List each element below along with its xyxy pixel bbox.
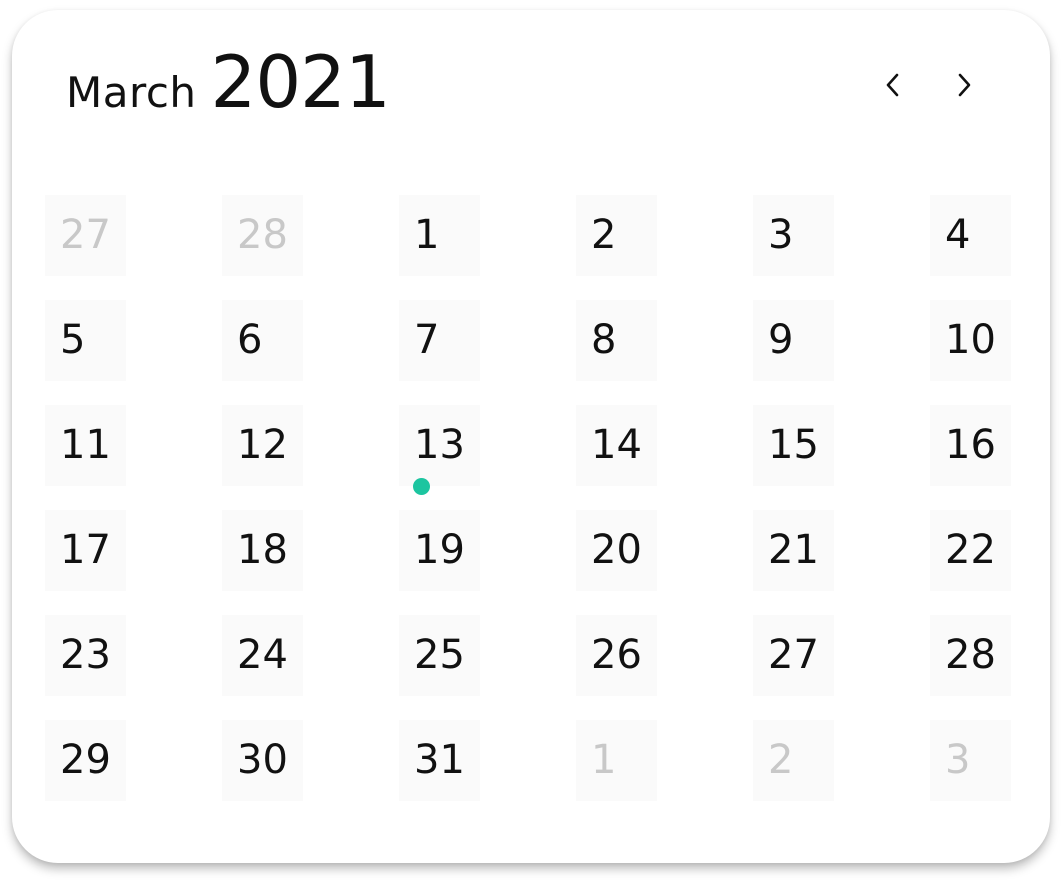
calendar-day[interactable]: 30 [222,720,303,801]
calendar-day[interactable]: 13 [399,405,480,486]
calendar-day[interactable]: 15 [753,405,834,486]
calendar-day-label: 2 [591,212,617,258]
previous-month-button[interactable] [876,68,910,102]
calendar-day-label: 29 [60,737,111,783]
calendar-day[interactable]: 9 [753,300,834,381]
calendar-day-outside-month[interactable]: 3 [930,720,1011,801]
calendar-day[interactable]: 7 [399,300,480,381]
calendar-day-label: 24 [237,632,288,678]
calendar-day-label: 6 [237,317,263,363]
calendar-day[interactable]: 27 [753,615,834,696]
chevron-left-icon [886,73,899,97]
calendar-day[interactable]: 22 [930,510,1011,591]
calendar-day[interactable]: 18 [222,510,303,591]
calendar-day-label: 23 [60,632,111,678]
calendar-day-label: 18 [237,527,288,573]
calendar-day-label: 7 [414,317,440,363]
next-month-button[interactable] [947,68,981,102]
calendar-day[interactable]: 16 [930,405,1011,486]
calendar-day[interactable]: 1 [399,195,480,276]
calendar-day-label: 19 [414,527,465,573]
calendar-day-label: 26 [591,632,642,678]
calendar-day-label: 1 [591,737,617,783]
calendar-day-label: 22 [945,527,996,573]
chevron-right-icon [958,73,971,97]
calendar-day-label: 20 [591,527,642,573]
calendar-day[interactable]: 3 [753,195,834,276]
calendar-day[interactable]: 28 [930,615,1011,696]
year-label: 2021 [210,40,391,124]
calendar-day[interactable]: 31 [399,720,480,801]
calendar-day[interactable]: 11 [45,405,126,486]
calendar-day-label: 10 [945,317,996,363]
calendar-day-label: 30 [237,737,288,783]
calendar-day-label: 15 [768,422,819,468]
calendar-day-label: 25 [414,632,465,678]
calendar-day-label: 27 [60,212,111,258]
calendar-day[interactable]: 29 [45,720,126,801]
calendar-day[interactable]: 2 [576,195,657,276]
calendar-day[interactable]: 8 [576,300,657,381]
calendar-day-label: 3 [768,212,794,258]
calendar-day-outside-month[interactable]: 1 [576,720,657,801]
calendar-day[interactable]: 26 [576,615,657,696]
calendar-day-label: 12 [237,422,288,468]
calendar-day-label: 28 [237,212,288,258]
calendar-day-label: 13 [414,422,465,468]
calendar-day[interactable]: 10 [930,300,1011,381]
calendar-day-label: 31 [414,737,465,783]
calendar-day-label: 14 [591,422,642,468]
calendar-day-label: 21 [768,527,819,573]
calendar-day-label: 27 [768,632,819,678]
calendar-day-outside-month[interactable]: 27 [45,195,126,276]
calendar-day-label: 28 [945,632,996,678]
calendar-day[interactable]: 25 [399,615,480,696]
calendar-day[interactable]: 5 [45,300,126,381]
calendar-day[interactable]: 20 [576,510,657,591]
calendar-day-label: 9 [768,317,794,363]
calendar-day-label: 8 [591,317,617,363]
calendar-day-label: 17 [60,527,111,573]
calendar-day[interactable]: 21 [753,510,834,591]
calendar-day[interactable]: 12 [222,405,303,486]
month-label: March [66,68,197,117]
calendar-day[interactable]: 17 [45,510,126,591]
calendar-day-label: 2 [768,737,794,783]
calendar-day-label: 16 [945,422,996,468]
calendar-day[interactable]: 23 [45,615,126,696]
calendar-day[interactable]: 4 [930,195,1011,276]
calendar-card: March 2021 27 28 1 2 3 4 5 6 7 8 9 10 11 12 13 14 15 16 17… [12,10,1050,863]
calendar-day[interactable]: 24 [222,615,303,696]
calendar-day[interactable]: 19 [399,510,480,591]
calendar-day-label: 1 [414,212,440,258]
calendar-day[interactable]: 14 [576,405,657,486]
calendar-day-outside-month[interactable]: 2 [753,720,834,801]
event-indicator-dot [413,478,430,495]
calendar-day[interactable]: 6 [222,300,303,381]
month-year-title: March 2021 [66,40,391,130]
calendar-day-label: 3 [945,737,971,783]
calendar-day-label: 11 [60,422,111,468]
calendar-day-label: 5 [60,317,86,363]
calendar-day-label: 4 [945,212,971,258]
calendar-day-outside-month[interactable]: 28 [222,195,303,276]
